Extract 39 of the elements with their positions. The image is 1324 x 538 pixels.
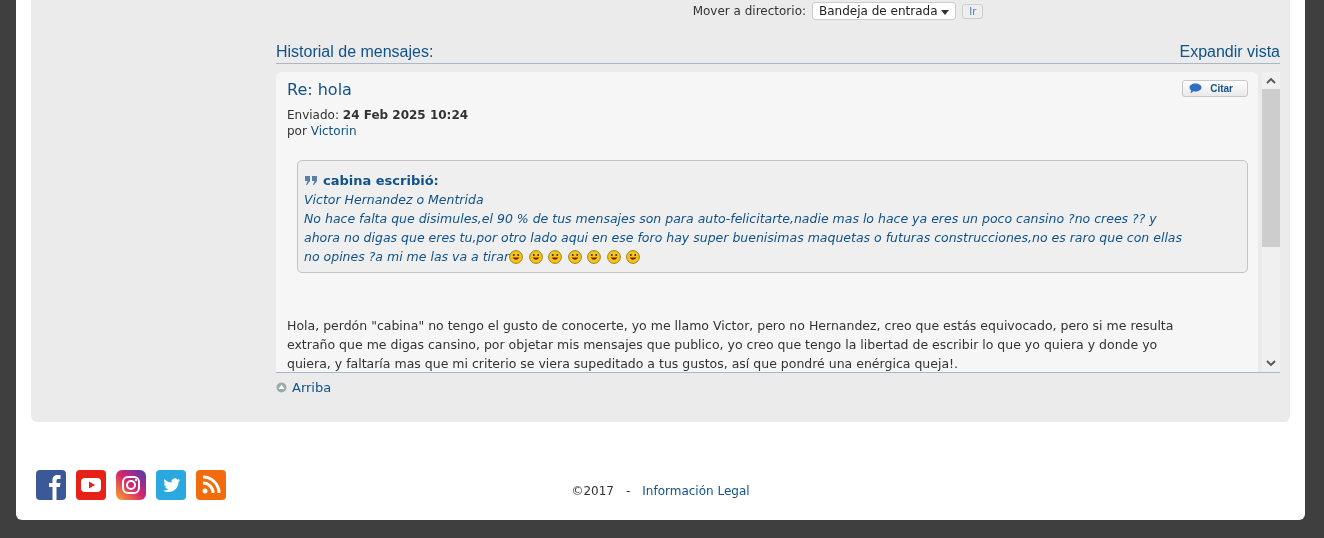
- speech-bubble-icon: [1189, 83, 1203, 94]
- quote-button[interactable]: Citar: [1182, 80, 1248, 97]
- history-title: Historial de mensajes:: [276, 43, 434, 61]
- quote-text: No hace falta que disimules,el 90 % de tus mensajes son para auto-felicitarte,nadie mas lo hace ya eres un poco cansino ?no crees ?? y: [304, 211, 1157, 226]
- by-label: por: [287, 124, 307, 138]
- feed-icon[interactable]: [196, 470, 226, 500]
- quote-text: no opines ?a mi me las va a tirar: [304, 249, 510, 264]
- smiley-icon: [509, 250, 524, 264]
- separator-text: -: [625, 484, 631, 498]
- scroll-down-icon[interactable]: [1266, 360, 1276, 367]
- smiley-icon: [626, 250, 641, 264]
- quote-marks-icon: [304, 175, 318, 186]
- sent-date: 24 Feb 2025 10:24: [342, 108, 469, 122]
- quote-text: Victor Hernandez o Mentrida: [304, 192, 484, 207]
- smiley-icon: [548, 250, 563, 264]
- sent-label: Enviado:: [287, 108, 339, 122]
- copyright-text: ©2017: [571, 484, 614, 498]
- quote-author: cabina escribió:: [323, 172, 439, 190]
- camera-icon[interactable]: [116, 470, 146, 500]
- caret-icon: [941, 10, 950, 15]
- top-link[interactable]: Arriba: [292, 380, 332, 395]
- legal-link[interactable]: Información Legal: [642, 484, 750, 498]
- letter-f-icon[interactable]: [36, 470, 66, 500]
- scroll-up-icon[interactable]: [1266, 77, 1276, 84]
- smiley-icon: [567, 250, 582, 264]
- smiley-icon: [587, 250, 602, 264]
- quote-text: ahora no digas que eres tu,por otro lado aqui en ese foro hay super buenisimas maquetas o futuras construcciones,no es raro que con ellas: [304, 230, 1183, 245]
- folder-select[interactable]: Bandeja de entrada: [812, 2, 957, 20]
- smiley-icon: [606, 250, 621, 264]
- scrollbar[interactable]: [1262, 72, 1280, 372]
- play-icon[interactable]: [76, 470, 106, 500]
- smiley-icon: [528, 250, 543, 264]
- bird-icon[interactable]: [156, 470, 186, 500]
- expand-link[interactable]: Expandir vista: [1179, 43, 1280, 61]
- message-body: Hola, perdón "cabina" no tengo el gusto de conocerte, yo me llamo Victor, pero no Hernandez, creo que estás equivocado, pero si me resulta extraño que me digas cansino, por objetar mis mensajes que publico, yo creo que tengo la libertad de escribir lo que yo quiera y donde yo quiera, y faltaría mas que mi criterio se viera supeditado a tus gustos, así que pondré una enérgica queja!.: [287, 317, 1175, 372]
- go-button[interactable]: Ir: [962, 3, 984, 19]
- message-subject: Re: hola: [287, 80, 353, 99]
- author-link[interactable]: Victorin: [310, 124, 357, 138]
- move-label: Mover a directorio:: [692, 4, 807, 18]
